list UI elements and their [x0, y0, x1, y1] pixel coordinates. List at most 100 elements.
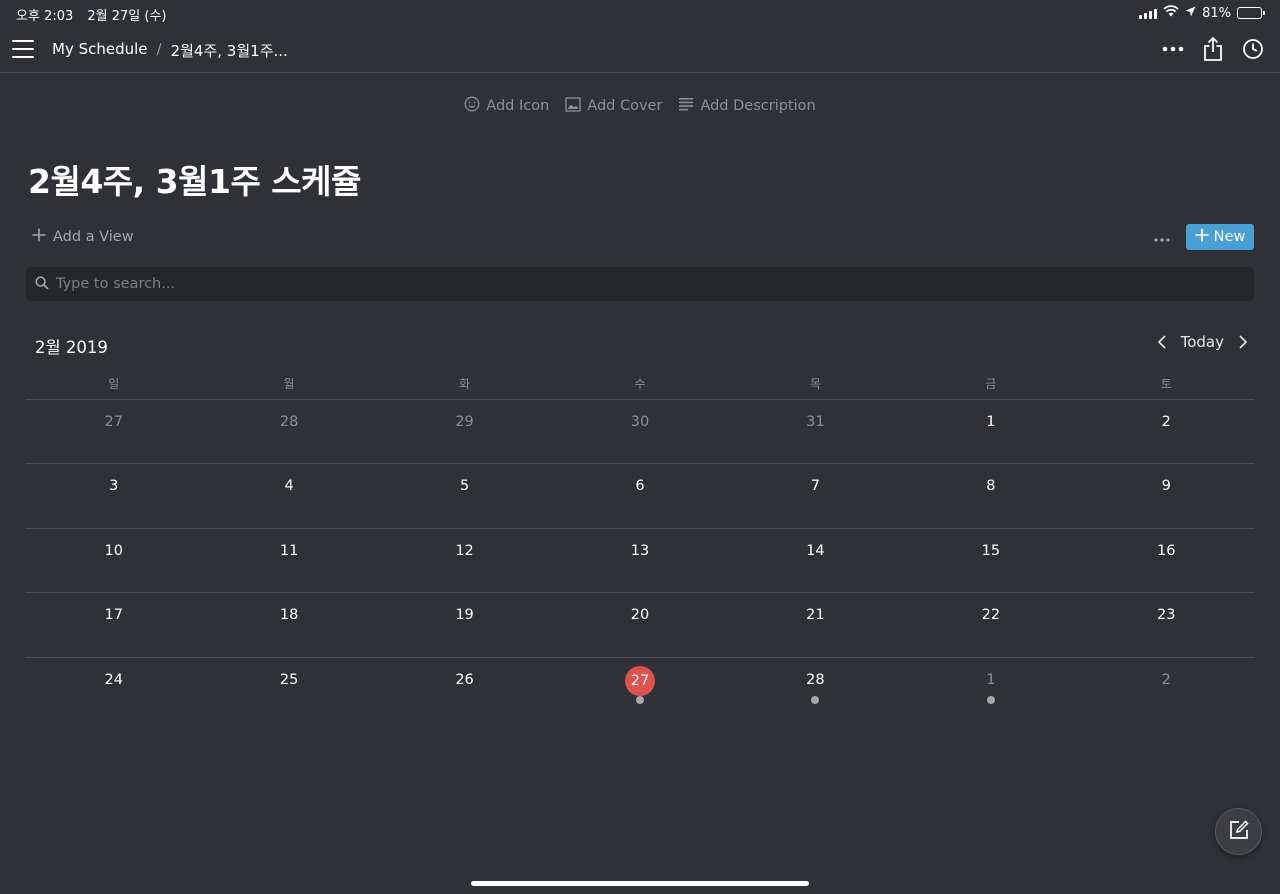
calendar-day[interactable]: 2 [1079, 658, 1254, 722]
day-number: 21 [806, 607, 825, 624]
chevron-left-icon[interactable] [1157, 334, 1167, 350]
breadcrumb-page[interactable]: 2월4주, 3월1주... [171, 40, 288, 61]
day-number: 12 [455, 542, 474, 559]
history-clock-icon[interactable] [1240, 36, 1266, 62]
calendar-day[interactable]: 20 [552, 593, 727, 656]
more-options-icon[interactable] [1160, 36, 1186, 62]
calendar-day[interactable]: 8 [903, 464, 1078, 527]
calendar-day[interactable]: 23 [1079, 593, 1254, 656]
calendar-day[interactable]: 3 [26, 464, 201, 527]
day-number: 20 [630, 607, 650, 624]
calendar-day[interactable]: 1 [903, 658, 1078, 722]
calendar-day[interactable]: 18 [201, 593, 376, 656]
calendar-day[interactable]: 28 [201, 400, 376, 463]
calendar-day[interactable]: 19 [377, 593, 552, 656]
location-arrow-icon [1185, 6, 1196, 21]
page-title[interactable]: 2월4주, 3월1주 스케쥴 [28, 155, 361, 203]
cellular-signal-icon [1139, 8, 1158, 19]
breadcrumb-workspace[interactable]: My Schedule [52, 40, 148, 61]
weekday-header: 일 월 화 수 목 금 토 [26, 372, 1254, 400]
calendar-day[interactable]: 1 [903, 400, 1078, 463]
text-lines-icon [678, 97, 694, 115]
day-number: 23 [1157, 607, 1176, 624]
calendar-day[interactable]: 10 [26, 529, 201, 592]
calendar-day-today[interactable]: 27 [552, 658, 727, 722]
plus-icon [32, 228, 46, 246]
calendar-day[interactable]: 13 [552, 529, 727, 592]
view-options-icon[interactable] [1154, 228, 1170, 247]
calendar-day[interactable]: 16 [1079, 529, 1254, 592]
month-label: 2월 2019 [35, 338, 108, 357]
compose-button[interactable] [1215, 808, 1262, 855]
day-number: 10 [104, 542, 123, 559]
calendar-day[interactable]: 2 [1079, 400, 1254, 463]
add-icon-label: Add Icon [486, 98, 550, 114]
calendar-day[interactable]: 21 [728, 593, 903, 656]
calendar-day[interactable]: 31 [728, 400, 903, 463]
home-indicator [471, 881, 809, 886]
calendar-week-row: 10 11 12 13 14 15 16 [26, 529, 1254, 594]
calendar-nav: Today [1157, 333, 1248, 351]
calendar-day[interactable]: 17 [26, 593, 201, 656]
calendar-day[interactable]: 25 [201, 658, 376, 722]
calendar-day[interactable]: 9 [1079, 464, 1254, 527]
new-button[interactable]: New [1186, 224, 1254, 250]
calendar-day[interactable]: 11 [201, 529, 376, 592]
battery-icon [1237, 7, 1265, 19]
add-cover-button[interactable]: Add Cover [565, 96, 662, 116]
day-number: 1 [986, 414, 996, 430]
calendar-day[interactable]: 7 [728, 464, 903, 527]
day-number: 1 [986, 671, 996, 688]
calendar-day[interactable]: 4 [201, 464, 376, 527]
search-bar [26, 267, 1254, 301]
day-number: 11 [279, 542, 299, 559]
menu-icon[interactable] [12, 40, 34, 58]
day-number: 13 [630, 542, 650, 559]
status-date: 2월 27일 (수) [87, 9, 167, 24]
plus-icon [1195, 228, 1209, 246]
calendar-day[interactable]: 29 [377, 400, 552, 463]
calendar-grid: 27 28 29 30 31 1 2 3 4 5 6 7 8 9 10 11 12 13 14 15 16 17 18 19 2… [26, 400, 1254, 722]
add-view-button[interactable]: Add a View [32, 228, 134, 246]
weekday-label: 토 [1160, 377, 1172, 391]
day-number: 24 [104, 671, 123, 688]
day-number: 4 [284, 478, 294, 495]
day-number: 5 [459, 478, 470, 495]
page-actions: Add Icon Add Cover Add Description [0, 96, 1280, 116]
breadcrumb-separator: / [156, 40, 162, 58]
calendar-day[interactable]: 12 [377, 529, 552, 592]
calendar-day[interactable]: 22 [903, 593, 1078, 656]
today-button[interactable]: Today [1181, 333, 1224, 351]
calendar-day[interactable]: 30 [552, 400, 727, 463]
calendar-week-row: 3 4 5 6 7 8 9 [26, 464, 1254, 529]
add-description-button[interactable]: Add Description [678, 96, 816, 116]
day-number: 29 [455, 414, 474, 430]
add-view-label: Add a View [53, 229, 134, 245]
calendar-day[interactable]: 6 [552, 464, 727, 527]
chevron-right-icon[interactable] [1238, 334, 1248, 350]
calendar-day[interactable]: 28 [728, 658, 903, 722]
calendar-day[interactable]: 15 [903, 529, 1078, 592]
search-input[interactable] [56, 276, 1206, 292]
calendar-day[interactable]: 26 [377, 658, 552, 722]
calendar-day[interactable]: 14 [728, 529, 903, 592]
day-number: 26 [455, 671, 474, 688]
share-icon[interactable] [1200, 36, 1226, 62]
battery-percent: 81% [1202, 5, 1231, 21]
day-number: 15 [981, 542, 1001, 559]
day-number: 7 [810, 478, 821, 495]
day-number: 8 [986, 478, 996, 495]
add-icon-button[interactable]: Add Icon [464, 96, 549, 116]
calendar-day[interactable]: 5 [377, 464, 552, 527]
top-bar: My Schedule / 2월4주, 3월1주... [0, 26, 1280, 73]
search-icon [35, 275, 49, 294]
view-toolbar: Add a View New [26, 224, 1254, 252]
day-number: 16 [1157, 542, 1176, 559]
day-number: 25 [279, 671, 299, 688]
event-dot-icon [635, 695, 644, 704]
status-time: 오후 2:03 [16, 9, 74, 24]
calendar-day[interactable]: 27 [26, 400, 201, 463]
weekday-label: 수 [634, 377, 646, 391]
calendar-day[interactable]: 24 [26, 658, 201, 722]
event-dot-icon [986, 695, 995, 704]
